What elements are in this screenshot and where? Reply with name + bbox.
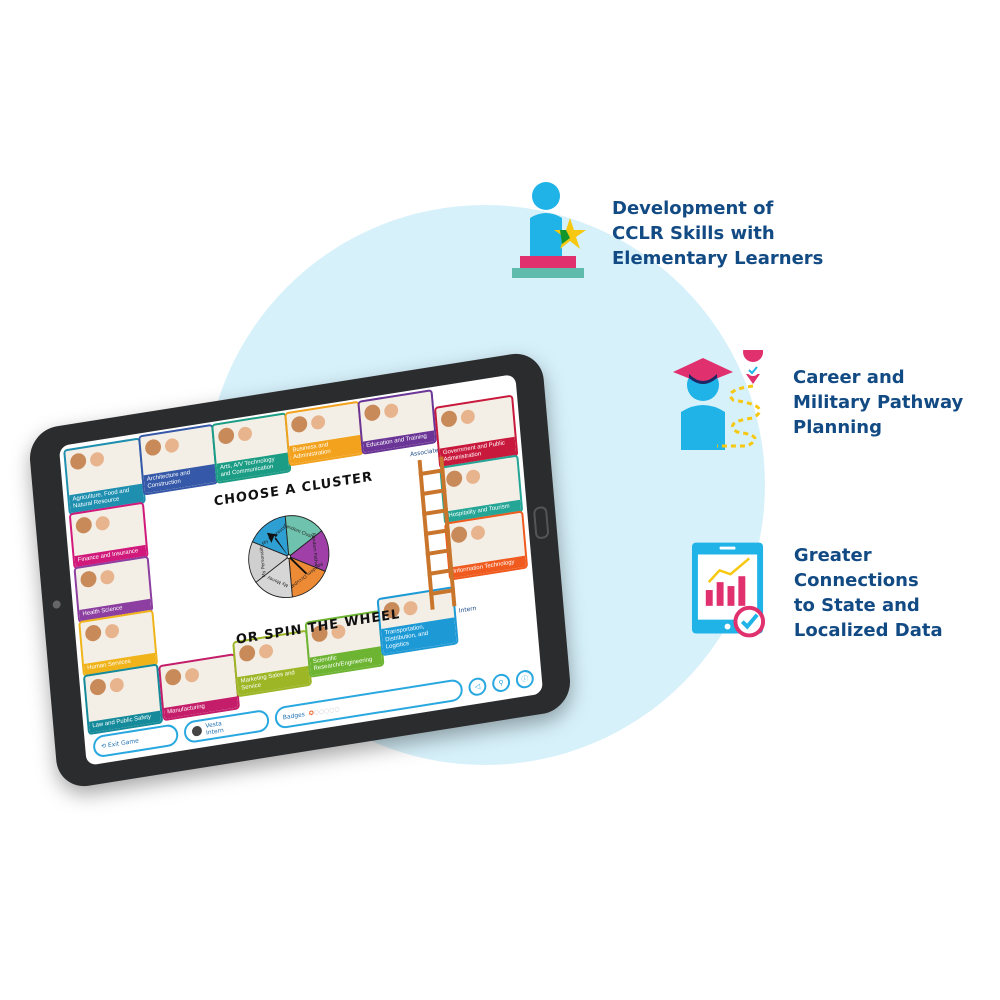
character-illustration [460, 408, 476, 425]
character-illustration [144, 438, 162, 457]
character-illustration [69, 452, 87, 471]
cluster-label: Information Technology [449, 555, 527, 579]
tablet-device: Agriculture, Food and Natural Resource Ar… [0, 300, 620, 820]
feature-line: CCLR Skills with [612, 222, 775, 244]
cluster-label: Arts, A/V Technology and Communication [216, 452, 290, 482]
character-illustration [99, 569, 115, 586]
character-illustration [440, 409, 458, 429]
character-illustration [470, 524, 486, 541]
info-icon: ⓘ [521, 674, 529, 684]
sound-button[interactable]: ◁ [467, 676, 488, 698]
tablet-frame: Agriculture, Food and Natural Resource Ar… [27, 349, 573, 791]
camera-icon [52, 599, 61, 610]
graduate-pathway-map-pin-icon [673, 350, 764, 450]
badge-locked-icon: ○○○○○ [313, 705, 340, 717]
character-illustration [95, 515, 111, 532]
feature-line: Military Pathway [793, 392, 964, 413]
character-illustration [164, 667, 182, 687]
character-illustration [258, 643, 274, 660]
feature-career-pathway: Career and Military Pathway Planning [665, 350, 963, 455]
character-illustration [363, 403, 381, 422]
feature-cclr-skills: Development of CCLR Skills with Elementa… [510, 178, 823, 288]
cluster-tile[interactable]: Law and Public Safety [82, 663, 164, 736]
feature-line: Development of [612, 197, 774, 219]
character-illustration [84, 623, 102, 643]
info-button[interactable]: ⓘ [515, 668, 535, 690]
character-illustration [79, 569, 98, 589]
feature-state-data: Greater Connections to State and Localiz… [690, 540, 1000, 645]
character-illustration [465, 468, 481, 485]
character-illustration [75, 516, 93, 535]
character-illustration [383, 402, 399, 419]
cluster-tile[interactable]: Manufacturing [158, 653, 241, 722]
character-illustration [89, 451, 105, 468]
feature-line: Greater Connections [793, 544, 919, 591]
search-icon: ⚲ [498, 678, 505, 688]
search-button[interactable]: ⚲ [491, 672, 511, 694]
student-podium-star-icon [512, 182, 586, 278]
home-button[interactable] [532, 505, 550, 540]
character-illustration [237, 425, 253, 443]
cluster-tile[interactable]: Education and Training [357, 389, 438, 455]
cluster-tiles: Agriculture, Food and Natural Resource Ar… [59, 374, 529, 736]
character-illustration [450, 525, 468, 544]
character-illustration [310, 414, 326, 431]
character-illustration [402, 600, 419, 617]
character-illustration [89, 677, 107, 697]
cluster-label: Marketing Sales and Service [237, 665, 310, 696]
cluster-label: Scientific Research/Engineering [309, 646, 383, 676]
feature-line: Planning [793, 417, 883, 438]
character-illustration [184, 667, 200, 684]
character-illustration [217, 426, 235, 446]
spin-wheel[interactable]: My InterestsRandom ClusterRandom Pathway… [240, 500, 338, 614]
wheel-hub [286, 554, 292, 559]
ladder-bottom-label: Intern [458, 604, 477, 615]
feature-line: Elementary Learners [612, 247, 824, 269]
badges-label: Badges [282, 710, 306, 721]
player-level: Intern [205, 726, 224, 737]
character-illustration [445, 469, 463, 488]
feature-line: Localized Data [793, 619, 943, 641]
speaker-icon: ◁ [474, 682, 481, 692]
cluster-label: Architecture and Construction [143, 464, 217, 494]
exit-game-label: Exit Game [107, 736, 140, 749]
character-illustration [164, 437, 180, 454]
cluster-tile[interactable]: Architecture and Construction [138, 423, 219, 496]
feature-line: to State and [793, 594, 920, 616]
tablet-chart-check-icon [691, 542, 766, 638]
avatar [191, 725, 203, 737]
cluster-tile[interactable]: Information Technology [444, 510, 529, 581]
cluster-tile[interactable]: Arts, A/V Technology and Communication [211, 412, 292, 485]
game-screen: Agriculture, Food and Natural Resource Ar… [58, 373, 544, 766]
feature-line: Career and [793, 367, 905, 388]
character-illustration [290, 415, 308, 434]
character-illustration [109, 676, 125, 694]
cluster-label: Business and Administration [289, 434, 362, 465]
character-illustration [104, 623, 120, 640]
cluster-tile[interactable]: Business and Administration [284, 400, 365, 467]
